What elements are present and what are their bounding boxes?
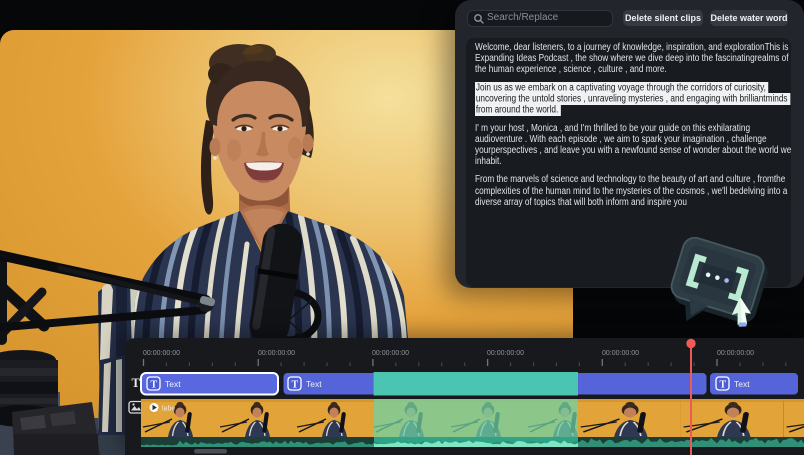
svg-text:00:00:00:00: 00:00:00:00: [602, 348, 639, 357]
svg-text:00:00:00:00: 00:00:00:00: [143, 348, 180, 357]
svg-text:T: T: [132, 376, 141, 390]
svg-text:00:00:00:00: 00:00:00:00: [487, 348, 524, 357]
svg-text:labe: labe: [162, 406, 175, 413]
svg-text:Text: Text: [165, 379, 181, 389]
svg-text:T: T: [720, 380, 727, 391]
svg-text:00:00:00:00: 00:00:00:00: [372, 348, 409, 357]
svg-text:00:00:00:00: 00:00:00:00: [258, 348, 295, 357]
svg-text:Text: Text: [306, 379, 322, 389]
svg-text:T: T: [151, 380, 158, 391]
svg-text:T: T: [292, 380, 299, 391]
svg-text:00:00:00:00: 00:00:00:00: [717, 348, 754, 357]
svg-text:Text: Text: [734, 379, 750, 389]
